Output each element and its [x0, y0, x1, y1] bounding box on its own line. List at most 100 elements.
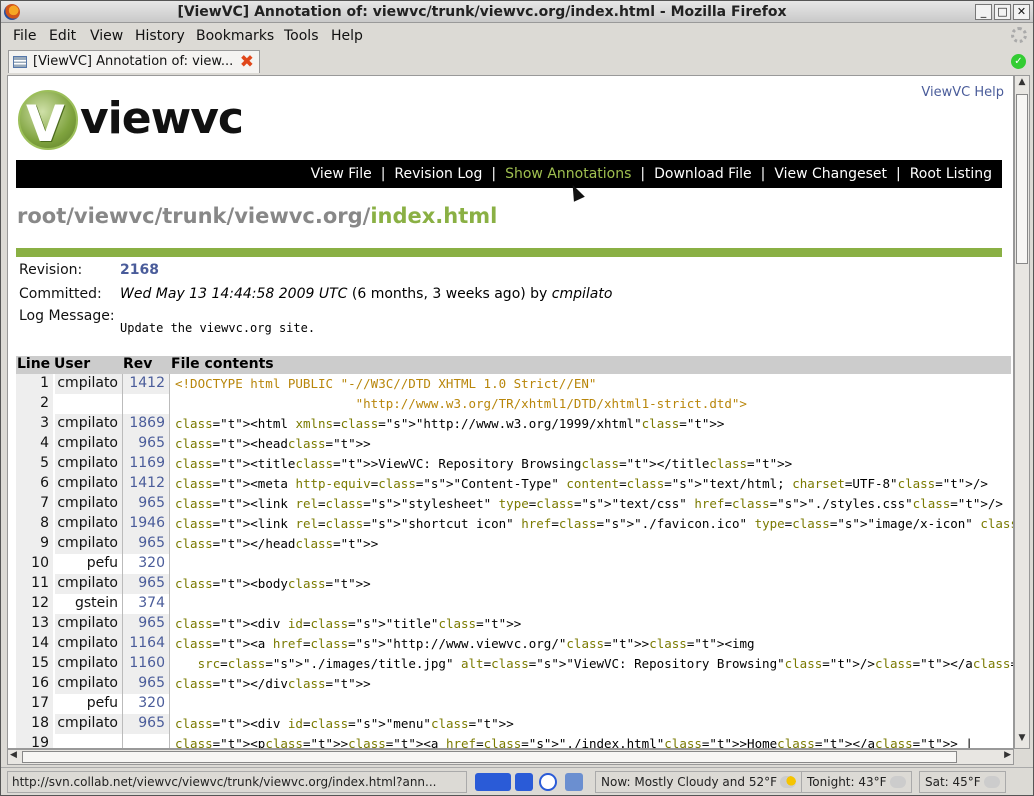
nav-root-listing[interactable]: Root Listing [910, 166, 992, 182]
clock-icon[interactable] [539, 773, 557, 791]
line-number[interactable]: 2 [16, 394, 53, 414]
line-number[interactable]: 17 [16, 694, 53, 714]
maximize-button[interactable]: □ [994, 4, 1011, 20]
line-number[interactable]: 14 [16, 634, 53, 654]
annotation-revision-link[interactable]: 965 [123, 674, 169, 694]
table-row: 10 pefu 320 [16, 554, 1011, 574]
weather-now[interactable]: Now: Mostly Cloudy and 52°F [595, 771, 802, 793]
annotation-user: cmpilato [55, 654, 122, 674]
weather-tonight[interactable]: Tonight: 43°F [801, 771, 912, 793]
line-number[interactable]: 10 [16, 554, 53, 574]
menu-bookmarks[interactable]: Bookmarks [196, 28, 274, 44]
annotation-revision-link[interactable]: 320 [123, 694, 169, 714]
annotation-user: pefu [55, 554, 122, 574]
viewvc-help-link[interactable]: ViewVC Help [921, 85, 1004, 100]
vertical-scrollbar[interactable]: ▲ ▼ [1014, 75, 1030, 749]
annotation-revision-link[interactable]: 1869 [123, 414, 169, 434]
hscroll-thumb[interactable] [22, 751, 957, 763]
video-icon[interactable] [515, 773, 533, 791]
close-window-button[interactable]: ✕ [1013, 4, 1030, 20]
line-number[interactable]: 13 [16, 614, 53, 634]
annotation-user: gstein [55, 594, 122, 614]
weather-saturday[interactable]: Sat: 45°F [919, 771, 1006, 793]
table-row: 7 cmpilato 965 class="t"><link rel=class="s… [16, 494, 1011, 514]
annotation-revision-link[interactable]: 1160 [123, 654, 169, 674]
divider-bar [16, 248, 1002, 257]
committed-date: Wed May 13 14:44:58 2009 UTC [120, 286, 348, 302]
header-user: User [54, 356, 91, 372]
code-line: class="t"><titleclass="t">>ViewVC: Repos… [175, 456, 793, 471]
annotation-revision-link[interactable]: 965 [123, 534, 169, 554]
minimize-button[interactable]: _ [975, 4, 992, 20]
annotation-user: cmpilato [55, 674, 122, 694]
line-number[interactable]: 8 [16, 514, 53, 534]
line-number[interactable]: 18 [16, 714, 53, 734]
annotation-user: cmpilato [55, 514, 122, 534]
menu-view[interactable]: View [90, 28, 123, 44]
radar-icon[interactable] [565, 773, 583, 791]
table-row: 8 cmpilato 1946 class="t"><link rel=class="… [16, 514, 1013, 534]
menu-help[interactable]: Help [331, 28, 363, 44]
annotation-revision-link[interactable]: 965 [123, 614, 169, 634]
cloudy-night-icon [889, 776, 906, 788]
scroll-up-icon[interactable]: ▲ [1016, 77, 1028, 91]
browser-window: [ViewVC] Annotation of: viewvc/trunk/vie… [0, 0, 1034, 796]
line-number[interactable]: 1 [16, 374, 53, 394]
annotation-revision-link[interactable]: 1169 [123, 454, 169, 474]
menu-edit[interactable]: Edit [49, 28, 76, 44]
annotation-revision-link[interactable]: 1412 [123, 374, 169, 394]
annotation-revision-link[interactable]: 965 [123, 494, 169, 514]
tab-close-icon[interactable]: ✖ [240, 52, 254, 72]
tab-viewvc-annotation[interactable]: [ViewVC] Annotation of: view... ✖ [8, 50, 260, 73]
annotation-revision-link[interactable] [123, 734, 169, 748]
line-number[interactable]: 6 [16, 474, 53, 494]
horizontal-scrollbar[interactable]: ◀ ▶ [7, 749, 1014, 765]
line-number[interactable]: 12 [16, 594, 53, 614]
scroll-right-icon[interactable]: ▶ [1004, 750, 1011, 760]
line-number[interactable]: 19 [16, 734, 53, 748]
revision-label: Revision: [19, 262, 83, 278]
breadcrumb-path[interactable]: root/viewvc/trunk/viewvc.org/ [17, 204, 370, 228]
annotation-revision-link[interactable]: 374 [123, 594, 169, 614]
table-row: 17 pefu 320 [16, 694, 1011, 714]
annotation-revision-link[interactable] [123, 394, 169, 414]
annotation-revision-link[interactable]: 965 [123, 574, 169, 594]
menu-bar: File Edit View History Bookmarks Tools H… [1, 23, 1033, 49]
menu-file[interactable]: File [13, 28, 36, 44]
scroll-left-icon[interactable]: ◀ [10, 750, 17, 760]
annotation-revision-link[interactable]: 1946 [123, 514, 169, 534]
code-line: class="t"><meta http-equiv=class="s">"Co… [175, 476, 988, 491]
scroll-thumb[interactable] [1016, 94, 1028, 264]
annotation-revision-link[interactable]: 965 [123, 714, 169, 734]
line-number[interactable]: 11 [16, 574, 53, 594]
line-number[interactable]: 5 [16, 454, 53, 474]
usa-map-icon[interactable] [475, 773, 511, 791]
line-number[interactable]: 7 [16, 494, 53, 514]
annotation-revision-link[interactable]: 965 [123, 434, 169, 454]
tab-bar: [ViewVC] Annotation of: view... ✖ [1, 49, 1033, 75]
nav-revision-log[interactable]: Revision Log [394, 166, 482, 182]
annotation-revision-link[interactable]: 1164 [123, 634, 169, 654]
menu-history[interactable]: History [135, 28, 185, 44]
revision-link[interactable]: 2168 [120, 262, 159, 278]
title-bar[interactable]: [ViewVC] Annotation of: viewvc/trunk/vie… [1, 1, 1033, 23]
line-number[interactable]: 9 [16, 534, 53, 554]
nav-view-file[interactable]: View File [311, 166, 372, 182]
table-row: 1 cmpilato 1412 <!DOCTYPE html PUBLIC "-//W… [16, 374, 1011, 394]
scroll-down-icon[interactable]: ▼ [1016, 733, 1028, 747]
menu-tools[interactable]: Tools [284, 28, 319, 44]
line-number[interactable]: 15 [16, 654, 53, 674]
line-number[interactable]: 16 [16, 674, 53, 694]
nav-download-file[interactable]: Download File [654, 166, 751, 182]
nav-show-annotations[interactable]: Show Annotations [505, 166, 631, 182]
table-row: 9 cmpilato 965 class="t"></headclass="t">> [16, 534, 1011, 554]
nav-view-changeset[interactable]: View Changeset [774, 166, 887, 182]
viewvc-logo[interactable]: V viewvc [18, 90, 258, 153]
annotation-revision-link[interactable]: 320 [123, 554, 169, 574]
table-row: 11 cmpilato 965 class="t"><bodyclass="t">> [16, 574, 1011, 594]
line-number[interactable]: 4 [16, 434, 53, 454]
breadcrumb-file: index.html [370, 204, 498, 228]
line-number[interactable]: 3 [16, 414, 53, 434]
annotation-revision-link[interactable]: 1412 [123, 474, 169, 494]
code-line: class="t"><headclass="t">> [175, 436, 371, 451]
